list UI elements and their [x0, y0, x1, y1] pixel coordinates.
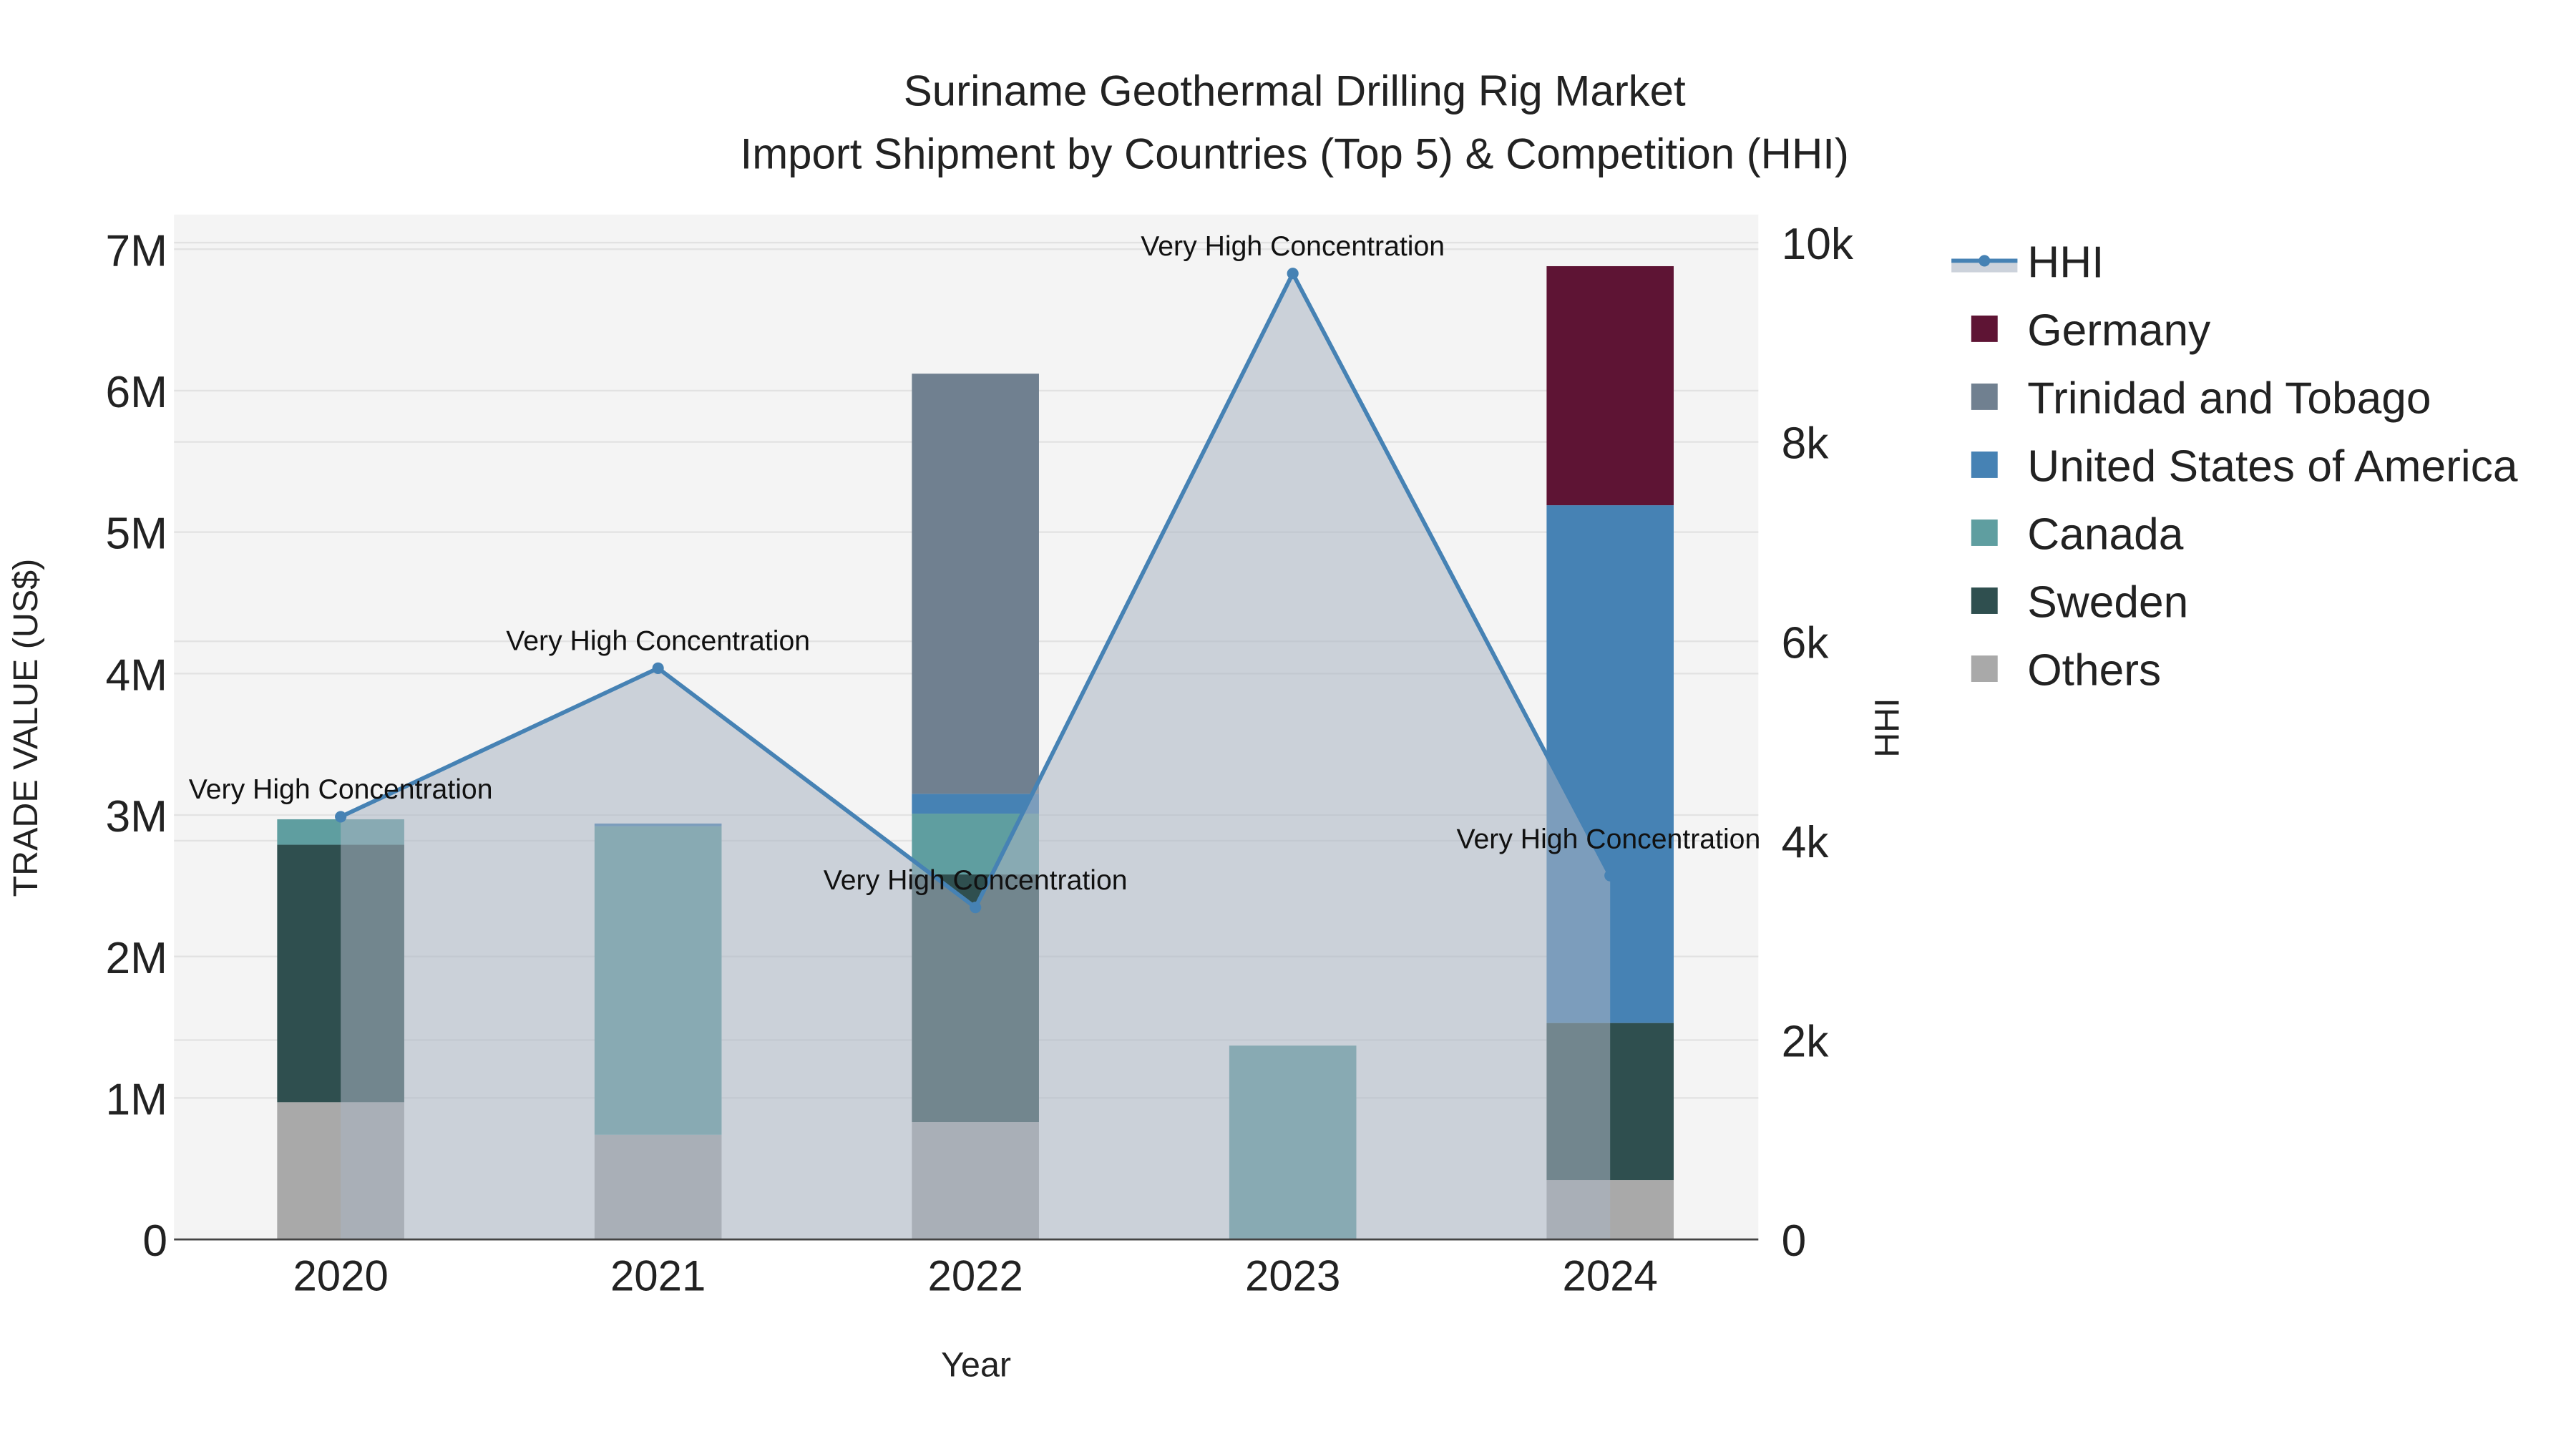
y-tick-label: 7M — [105, 226, 167, 275]
hhi-point-2023 — [1287, 268, 1299, 280]
y2-tick-label: 4k — [1782, 818, 1830, 867]
hhi-point-2021 — [652, 662, 664, 674]
x-tick-label: 2020 — [293, 1252, 388, 1300]
hhi-point-2022 — [970, 902, 982, 914]
y-tick-label: 0 — [142, 1216, 167, 1266]
x-tick-label: 2024 — [1563, 1252, 1658, 1300]
bar-germany-2024 — [1546, 265, 1674, 506]
y-tick-label: 4M — [105, 650, 167, 700]
bar-trinidad-and-tobago-2022 — [912, 374, 1039, 794]
y2-tick-label: 2k — [1782, 1018, 1830, 1067]
legend-swatch — [1971, 315, 1998, 342]
x-tick-label: 2022 — [927, 1252, 1023, 1300]
hhi-annotation: Very High Concentration — [1141, 231, 1445, 262]
bar-united-states-of-america-2022 — [912, 794, 1039, 814]
y-tick-label: 1M — [105, 1075, 167, 1124]
y-tick-label: 5M — [105, 509, 167, 559]
y-tick-label: 3M — [105, 792, 167, 841]
y-tick-label: 2M — [105, 934, 167, 983]
hhi-annotation: Very High Concentration — [189, 774, 493, 805]
hhi-point-2024 — [1604, 869, 1616, 882]
legend-swatch — [1971, 384, 1998, 410]
legend: HHI Germany Trinidad and Tobago United Stat… — [1951, 238, 2518, 696]
legend-label: United States of America — [2027, 442, 2518, 492]
y2-tick-label: 10k — [1782, 220, 1854, 269]
legend-label: Others — [2027, 646, 2161, 696]
legend-swatch — [1971, 655, 1998, 682]
y2-tick-label: 8k — [1782, 419, 1830, 469]
y-tick-label: 6M — [105, 368, 167, 417]
legend-label: Sweden — [2027, 578, 2188, 628]
legend-label: HHI — [2027, 238, 2104, 287]
hhi-annotation: Very High Concentration — [824, 865, 1128, 896]
hhi-annotation: Very High Concentration — [506, 626, 810, 657]
hhi-annotation: Very High Concentration — [1457, 824, 1761, 854]
x-tick-label: 2023 — [1245, 1252, 1340, 1300]
hhi-point-2020 — [335, 811, 347, 823]
legend-swatch — [1971, 519, 1998, 546]
legend-label: Canada — [2027, 510, 2183, 560]
y2-axis-label: HHI — [1868, 698, 1906, 757]
y2-tick-label: 6k — [1782, 618, 1830, 668]
y-axis-label: TRADE VALUE (US$) — [6, 559, 45, 897]
chart-title: Suriname Geothermal Drilling Rig Market — [904, 67, 1686, 115]
x-axis-label: Year — [941, 1346, 1011, 1385]
chart: Suriname Geothermal Drilling Rig Market … — [6, 67, 2518, 1385]
legend-swatch — [1971, 587, 1998, 614]
chart-subtitle: Import Shipment by Countries (Top 5) & C… — [741, 130, 1849, 177]
legend-label: Germany — [2027, 306, 2211, 355]
legend-swatch-hhi-marker — [1979, 255, 1991, 267]
legend-label: Trinidad and Tobago — [2027, 374, 2431, 424]
y2-tick-label: 0 — [1782, 1216, 1807, 1266]
x-tick-label: 2021 — [610, 1252, 706, 1300]
legend-swatch — [1971, 452, 1998, 478]
